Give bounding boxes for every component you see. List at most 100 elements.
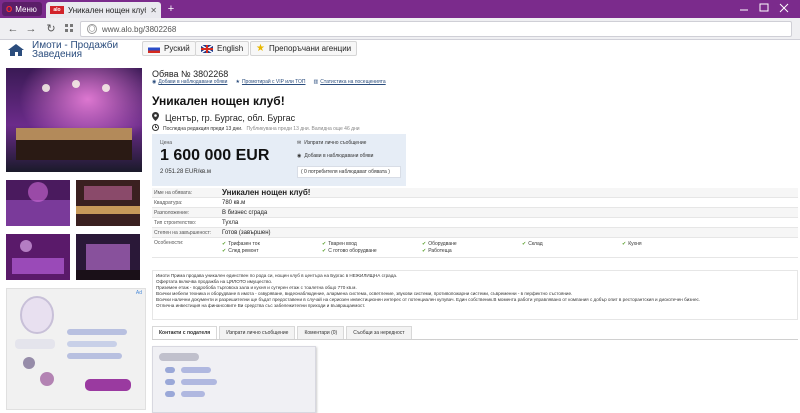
feature-item: ✔ С готово оборудване [322,247,377,254]
tab-title: Уникален нощен клуб! [68,5,147,15]
feature-item: ✔ Тварен вход [322,240,357,247]
url-text: www.alo.bg/3802268 [102,24,177,34]
blurred-text [159,353,199,361]
minimize-icon[interactable] [736,2,752,14]
details-row: Квадратура: 780 кв.м [152,198,798,208]
star-icon: ★ [256,43,265,54]
check-icon: ✔ [322,247,327,254]
site-favicon-icon: alo [50,6,64,14]
listing-title: Уникален нощен клуб! [152,94,285,108]
location-text: Център, гр. Бургас, обл. Бургас [165,112,296,123]
category-breadcrumb[interactable]: Имоти - Продажби Заведения [32,41,118,60]
last-edit-text: Последна редакция преди 13 дни. [163,125,243,132]
forward-icon[interactable]: → [24,22,38,36]
browser-tabbar: O Меню alo Уникален нощен клуб! ✕ + [0,0,800,18]
features-row: Особености: ✔ Трифазен ток ✔ Тварен вход ✔… [152,238,798,258]
blurred-text [181,391,205,397]
details-value: 780 кв.м [222,199,246,206]
features-list: ✔ Трифазен ток ✔ Тварен вход ✔ Оборудване ✔… [222,238,798,257]
tab-send-message[interactable]: Изпрати лично съобщение [219,326,296,339]
recommended-agencies-button[interactable]: ★ Препоръчани агенции [250,41,358,56]
russian-label: Руский [164,44,190,53]
tab-contacts[interactable]: Контакти с подателя [152,326,218,339]
details-key: Разположение: [154,209,190,216]
browser-tab-active[interactable]: alo Уникален нощен клуб! ✕ [46,2,161,18]
check-icon: ✔ [222,247,227,254]
price-label: Цена [160,140,173,146]
details-table: Име на обявата: Уникален нощен клуб! Ква… [152,188,798,258]
browser-navbar: ← → ↻ ◯ www.alo.bg/3802268 [0,18,800,40]
published-text: Публикувана преди 13 дни. Валидна още 46… [246,125,360,132]
address-bar[interactable]: ◯ www.alo.bg/3802268 [80,21,792,37]
blurred-icon [165,379,175,385]
uk-flag-icon [201,44,213,53]
tab-comments[interactable]: Коментари (0) [297,326,345,339]
maximize-icon[interactable] [756,2,772,14]
contact-card-blurred [152,346,316,413]
details-key: Квадратура: [154,199,183,206]
contact-tabs: Контакти с подателя Изпрати лично съобще… [152,326,798,340]
opera-icon: O [6,4,13,14]
breadcrumb-line2: Заведения [32,49,83,60]
browser-menu-button[interactable]: O Меню [2,2,42,16]
english-language-button[interactable]: English [195,41,250,56]
details-key: Име на обявата: [154,189,193,196]
ad-number: Обява № 3802268 [152,69,229,79]
watchers-count: ( 0 потребителя наблюдават обявата ) [297,166,401,178]
recommended-label: Препоръчани агенции [268,44,352,53]
envelope-icon: ✉ [297,140,302,146]
add-watch-button[interactable]: ◉ Добави в наблюдавани обяви [297,153,401,159]
english-label: English [217,44,244,53]
photo-thumbnail[interactable] [6,180,70,226]
photo-thumbnail[interactable] [6,234,70,280]
promote-link[interactable]: ★ Промотирай с VIP или ТОП [235,79,305,85]
details-key: Степен на завършеност: [154,229,212,236]
description-line: Отлична инвестиция на финансовите Ви сре… [156,302,366,308]
photo-thumbnail[interactable] [76,180,140,226]
close-window-icon[interactable] [776,2,792,14]
details-row: Тип строителство: Тухла [152,218,798,228]
reload-icon[interactable]: ↻ [44,22,58,36]
details-value: Готов (завършен) [222,229,271,236]
update-info: Последна редакция преди 13 дни. Публикув… [152,124,360,133]
home-logo-icon[interactable] [6,42,26,56]
details-value: В бизнес сграда [222,209,268,216]
details-value: Уникален нощен клуб! [222,188,311,197]
photo-thumbnail[interactable] [76,234,140,280]
price-per-sqm: 2 051.28 EUR/кв.м [160,169,211,175]
blurred-text [181,367,211,373]
add-watch-link[interactable]: ◉ Добави в наблюдавани обяви [152,79,227,85]
eye-icon: ◉ [152,79,157,85]
check-icon: ✔ [522,240,527,247]
details-key: Тип строителство: [154,219,197,226]
check-icon: ✔ [422,247,427,254]
listing-actions: ◉ Добави в наблюдавани обяви ★ Промотирай … [152,79,386,85]
statistics-link[interactable]: ▥ Статистика на посещенията [314,79,386,85]
blurred-icon [165,367,175,373]
listing-description: Имоти Прима продава уникален единствен п… [152,270,798,320]
home-grid-icon[interactable] [62,22,76,36]
price-value: 1 600 000 EUR [160,147,270,164]
main-photo[interactable] [6,68,142,172]
details-row: Име на обявата: Уникален нощен клуб! [152,188,798,198]
feature-item: ✔ Оборудване [422,240,457,247]
check-icon: ✔ [622,240,627,247]
send-message-link[interactable]: ✉ Изпрати лично съобщение [297,140,401,146]
menu-label: Меню [15,4,37,14]
features-key: Особености: [154,240,184,246]
feature-item: ✔ Работеща [422,247,452,254]
price-actions: ✉ Изпрати лично съобщение ◉ Добави в наб… [297,140,401,178]
blurred-icon [165,391,175,397]
new-tab-icon[interactable]: + [165,3,177,15]
window-controls [736,2,796,14]
russian-language-button[interactable]: Руский [142,41,196,56]
chart-icon: ▥ [313,79,319,85]
map-pin-icon [152,112,159,123]
tab-report[interactable]: Съобщи за нередност [346,326,412,339]
details-row: Степен на завършеност: Готов (завършен) [152,228,798,238]
feature-item: ✔ Кухня [622,240,642,247]
close-tab-icon[interactable]: ✕ [150,6,157,15]
clock-icon [152,124,159,133]
back-icon[interactable]: ← [6,22,20,36]
advertisement[interactable]: Ad [6,288,146,410]
